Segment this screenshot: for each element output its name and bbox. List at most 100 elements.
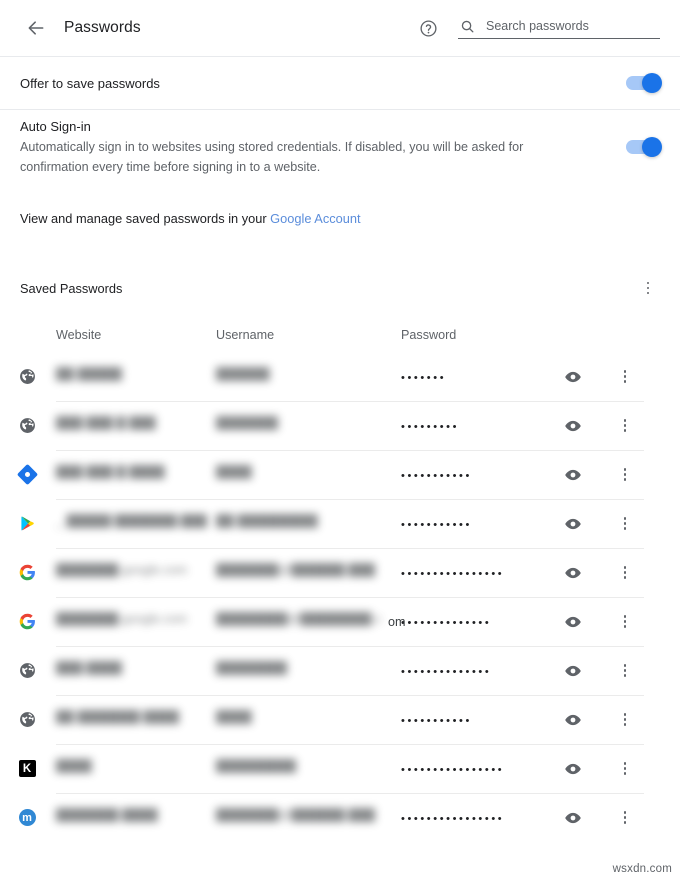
dot: [624, 571, 627, 574]
back-arrow-icon[interactable]: [20, 12, 52, 44]
eye-visibility-icon[interactable]: [561, 512, 585, 536]
cell-show-password: [561, 561, 613, 585]
table-row[interactable]: ███.████████████••••••••••••••: [56, 646, 680, 695]
username-value: ██ █████████: [216, 514, 318, 528]
cell-row-menu: [613, 463, 653, 487]
row-more-vert-icon[interactable]: [613, 463, 637, 487]
manage-passwords-line: View and manage saved passwords in your …: [0, 184, 680, 228]
saved-passwords-more-vert-icon[interactable]: [636, 276, 660, 300]
cell-username: ███████@██████.███: [216, 808, 401, 827]
row-more-vert-icon[interactable]: [613, 610, 637, 634]
dot: [647, 287, 650, 290]
dot: [624, 821, 627, 824]
setting-title: Auto Sign-in: [20, 117, 602, 136]
saved-passwords-title: Saved Passwords: [20, 281, 636, 296]
row-more-vert-icon[interactable]: [613, 365, 637, 389]
password-masked-value: ••••••••••••••: [401, 666, 491, 678]
dot: [624, 772, 627, 775]
passwords-table: Website Username Password ██ ███████████…: [0, 322, 680, 842]
cell-username: ██ █████████: [216, 514, 401, 533]
globe-icon: [18, 711, 36, 729]
cell-website: ███ ███ █ ███: [56, 416, 216, 435]
table-row[interactable]: ███ ███ █ ████████•••••••••••: [56, 450, 680, 499]
row-more-vert-icon[interactable]: [613, 659, 637, 683]
diamond-icon: [18, 466, 36, 484]
table-row[interactable]: _ █████ ███████.███ ██ █████████ •••••••••…: [56, 499, 680, 548]
eye-visibility-icon[interactable]: [561, 365, 585, 389]
table-row[interactable]: ███████.google.com███████@██████.███••••…: [56, 548, 680, 597]
cell-password: ••••••••••••••: [401, 662, 561, 680]
eye-visibility-icon[interactable]: [561, 610, 585, 634]
cell-website: ███ ███ █ ████: [56, 465, 216, 484]
setting-title: Offer to save passwords: [20, 74, 602, 93]
cell-row-menu: [613, 708, 653, 732]
website-value: _ █████ ███████.███: [56, 514, 207, 528]
table-row[interactable]: K█████████████••••••••••••••••: [56, 744, 680, 793]
row-more-vert-icon[interactable]: [613, 708, 637, 732]
eye-visibility-icon[interactable]: [561, 757, 585, 781]
cell-row-menu: [613, 512, 653, 536]
search-icon: [458, 17, 476, 35]
manage-passwords-text: View and manage saved passwords in your: [20, 211, 270, 226]
toggle-knob: [642, 73, 662, 93]
google-play-icon: [18, 515, 36, 533]
setting-offer-to-save-passwords[interactable]: Offer to save passwords: [0, 57, 680, 109]
dot: [624, 478, 627, 481]
cell-show-password: [561, 512, 613, 536]
dot: [624, 674, 627, 677]
row-more-vert-icon[interactable]: [613, 757, 637, 781]
row-more-vert-icon[interactable]: [613, 512, 637, 536]
row-more-vert-icon[interactable]: [613, 561, 637, 585]
username-value: ███████@██████.███: [216, 808, 375, 822]
cell-password: •••••••••••: [401, 515, 561, 533]
dot: [624, 370, 627, 373]
dot: [624, 468, 627, 471]
username-value: ████: [216, 465, 252, 479]
cell-username: ████: [216, 465, 401, 484]
dot: [624, 566, 627, 569]
dot: [624, 718, 627, 721]
username-value: ███████: [216, 416, 278, 430]
setting-subtitle: Automatically sign in to websites using …: [20, 138, 560, 177]
setting-text-group: Auto Sign-in Automatically sign in to we…: [20, 117, 626, 177]
website-value: ██ █████: [56, 367, 122, 381]
table-row[interactable]: ███████.google.com████████@████████.com•…: [56, 597, 680, 646]
password-masked-value: ••••••••••••••••: [401, 813, 504, 825]
cell-show-password: [561, 659, 613, 683]
cell-row-menu: [613, 414, 653, 438]
eye-visibility-icon[interactable]: [561, 806, 585, 830]
eye-visibility-icon[interactable]: [561, 561, 585, 585]
cell-row-menu: [613, 365, 653, 389]
mastodon-icon: m: [18, 809, 36, 827]
toggle-auto-sign-in[interactable]: [626, 140, 660, 154]
table-row[interactable]: m███████.███████████@██████.███•••••••••…: [56, 793, 680, 842]
column-header-website: Website: [56, 328, 216, 342]
dot: [624, 419, 627, 422]
passwords-table-header: Website Username Password: [56, 322, 680, 348]
row-more-vert-icon[interactable]: [613, 806, 637, 830]
table-row[interactable]: ██ ███████ ████████•••••••••••: [56, 695, 680, 744]
toggle-offer-to-save-passwords[interactable]: [626, 76, 660, 90]
eye-visibility-icon[interactable]: [561, 414, 585, 438]
username-overflow-tail: om: [388, 615, 406, 629]
eye-visibility-icon[interactable]: [561, 659, 585, 683]
password-masked-value: ••••••••••••••••: [401, 568, 504, 580]
eye-visibility-icon[interactable]: [561, 463, 585, 487]
search-box[interactable]: [458, 17, 660, 39]
table-row[interactable]: ███ ███ █ ██████████•••••••••: [56, 401, 680, 450]
table-row[interactable]: ██ ███████████•••••••: [56, 352, 680, 401]
website-value: ███ ███ █ ████: [56, 465, 165, 479]
dot: [624, 620, 627, 623]
eye-visibility-icon[interactable]: [561, 708, 585, 732]
help-circle-icon[interactable]: [414, 14, 442, 42]
cell-row-menu: [613, 659, 653, 683]
watermark: wsxdn.com: [613, 863, 672, 875]
row-more-vert-icon[interactable]: [613, 414, 637, 438]
website-value: ███ ███ █ ███: [56, 416, 156, 430]
google-account-link[interactable]: Google Account: [270, 211, 360, 226]
setting-auto-sign-in[interactable]: Auto Sign-in Automatically sign in to we…: [0, 110, 680, 184]
google-g-icon: [18, 613, 36, 631]
google-g-icon: [18, 564, 36, 582]
search-input[interactable]: [486, 19, 660, 33]
cell-website: ███████.google.com: [56, 563, 216, 582]
